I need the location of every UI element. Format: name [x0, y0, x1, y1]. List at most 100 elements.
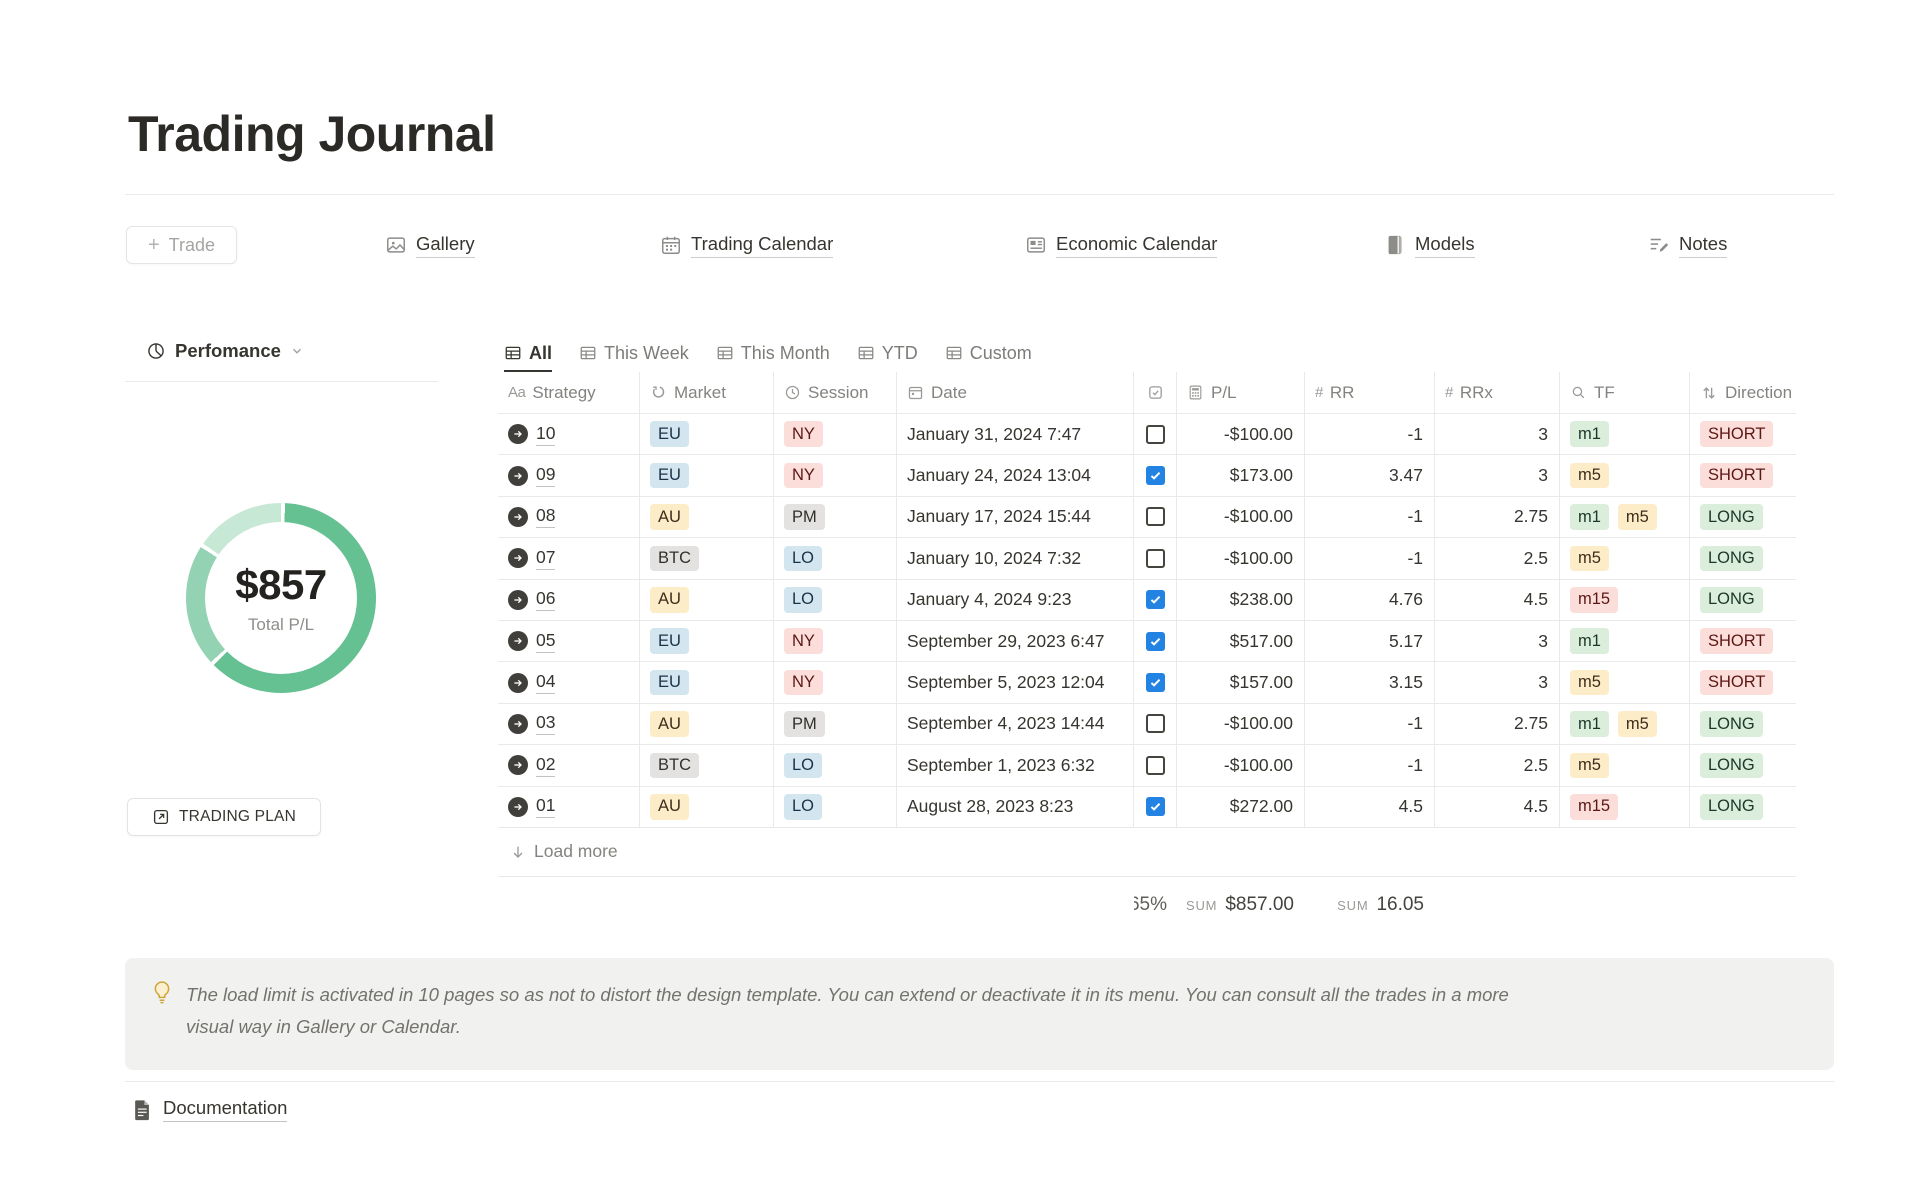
direction-badge: SHORT: [1700, 463, 1773, 489]
table-header-row: Aa Strategy Market Session Date: [498, 372, 1796, 414]
session-cell: LO: [774, 580, 897, 621]
tab-custom[interactable]: Custom: [945, 336, 1032, 372]
trading-journal-page: Trading Journal + Trade Gallery Trading …: [0, 0, 1920, 1199]
documentation-link[interactable]: Documentation: [133, 1097, 287, 1122]
strategy-link[interactable]: 01: [536, 795, 555, 818]
pl-sum[interactable]: SUM $857.00: [1177, 877, 1305, 934]
tab-this-month[interactable]: This Month: [716, 336, 830, 372]
rrx-cell: 3: [1435, 455, 1560, 496]
table-row: 05EUNYSeptember 29, 2023 6:47$517.005.17…: [498, 621, 1796, 662]
tf-badge: m5: [1618, 711, 1657, 737]
column-header-strategy[interactable]: Aa Strategy: [498, 372, 640, 413]
strategy-cell: 02: [498, 745, 640, 786]
nav-link-notes[interactable]: Notes: [1648, 226, 1727, 264]
search-icon: [1570, 384, 1587, 401]
strategy-link[interactable]: 09: [536, 464, 555, 487]
column-header-date[interactable]: Date: [897, 372, 1134, 413]
rrx-cell: 3: [1435, 662, 1560, 703]
date-cell: September 1, 2023 6:32: [897, 745, 1134, 786]
table-row: 10EUNYJanuary 31, 2024 7:47-$100.00-13m1…: [498, 414, 1796, 455]
row-checkbox[interactable]: [1146, 632, 1165, 651]
session-badge: PM: [784, 504, 825, 530]
direction-cell: SHORT: [1690, 662, 1796, 703]
open-page-arrow-icon: [508, 548, 528, 568]
tf-badge: m1: [1570, 628, 1609, 654]
tf-badge: m15: [1570, 794, 1618, 820]
performance-view-selector[interactable]: Perfomance: [146, 340, 304, 362]
strategy-link[interactable]: 10: [536, 423, 555, 446]
column-header-checkbox[interactable]: [1134, 372, 1177, 413]
trade-button-label: Trade: [169, 235, 215, 256]
strategy-link[interactable]: 08: [536, 505, 555, 528]
session-badge: PM: [784, 711, 825, 737]
lightbulb-icon: [149, 979, 175, 1005]
tf-badges: m1: [1570, 628, 1609, 654]
tab-label: This Month: [741, 343, 830, 364]
column-header-pl[interactable]: P/L: [1177, 372, 1305, 413]
row-checkbox[interactable]: [1146, 549, 1165, 568]
rrx-cell: 2.75: [1435, 704, 1560, 745]
direction-cell: LONG: [1690, 580, 1796, 621]
strategy-link[interactable]: 07: [536, 547, 555, 570]
strategy-link[interactable]: 05: [536, 630, 555, 653]
tf-cell: m5: [1560, 745, 1690, 786]
tab-all[interactable]: All: [504, 336, 552, 372]
load-more-button[interactable]: Load more: [498, 828, 1796, 877]
market-cell: EU: [640, 662, 774, 703]
table-footer-row: 65% SUM $857.00 SUM 16.05: [498, 877, 1796, 934]
nav-link-gallery[interactable]: Gallery: [385, 226, 475, 264]
date-cell: January 31, 2024 7:47: [897, 414, 1134, 455]
strategy-link[interactable]: 02: [536, 754, 555, 777]
open-page-arrow-icon: [508, 590, 528, 610]
row-checkbox[interactable]: [1146, 507, 1165, 526]
date-cell: January 24, 2024 13:04: [897, 455, 1134, 496]
pl-cell: $157.00: [1177, 662, 1305, 703]
row-checkbox[interactable]: [1146, 425, 1165, 444]
market-cell: EU: [640, 621, 774, 662]
session-badge: NY: [784, 421, 823, 447]
column-header-market[interactable]: Market: [640, 372, 774, 413]
column-header-tf[interactable]: TF: [1560, 372, 1690, 413]
row-checkbox[interactable]: [1146, 590, 1165, 609]
row-checkbox[interactable]: [1146, 756, 1165, 775]
market-badge: AU: [650, 794, 689, 820]
nav-link-models[interactable]: Models: [1384, 226, 1475, 264]
tf-badge: m5: [1570, 670, 1609, 696]
session-badge: LO: [784, 753, 822, 779]
rr-cell: 5.17: [1305, 621, 1435, 662]
strategy-link[interactable]: 04: [536, 671, 555, 694]
strategy-cell: 05: [498, 621, 640, 662]
strategy-link[interactable]: 03: [536, 712, 555, 735]
checked-percent[interactable]: 65%: [1134, 877, 1177, 934]
rr-sum[interactable]: SUM 16.05: [1305, 877, 1435, 934]
tab-ytd[interactable]: YTD: [857, 336, 918, 372]
trade-button[interactable]: + Trade: [126, 226, 237, 264]
date-cell: September 4, 2023 14:44: [897, 704, 1134, 745]
direction-cell: LONG: [1690, 704, 1796, 745]
checkbox-cell: [1134, 745, 1177, 786]
column-header-session[interactable]: Session: [774, 372, 897, 413]
column-header-rr[interactable]: # RR: [1305, 372, 1435, 413]
divider: [125, 194, 1834, 195]
session-badge: LO: [784, 794, 822, 820]
column-header-direction[interactable]: Direction: [1690, 372, 1796, 413]
checkbox-cell: [1134, 414, 1177, 455]
row-checkbox[interactable]: [1146, 673, 1165, 692]
strategy-cell: 03: [498, 704, 640, 745]
tab-this-week[interactable]: This Week: [579, 336, 689, 372]
nav-link-trading-calendar[interactable]: Trading Calendar: [660, 226, 833, 264]
direction-badge: LONG: [1700, 587, 1763, 613]
pl-cell: $517.00: [1177, 621, 1305, 662]
trading-plan-button[interactable]: TRADING PLAN: [127, 798, 321, 836]
pie-chart-icon: [146, 341, 166, 361]
sum-label: SUM: [1186, 898, 1217, 913]
row-checkbox[interactable]: [1146, 466, 1165, 485]
strategy-link[interactable]: 06: [536, 588, 555, 611]
column-header-rrx[interactable]: # RRx: [1435, 372, 1560, 413]
rrx-cell: 3: [1435, 414, 1560, 455]
market-badge: AU: [650, 587, 689, 613]
row-checkbox[interactable]: [1146, 714, 1165, 733]
chevron-down-icon: [290, 344, 304, 358]
nav-link-economic-calendar[interactable]: Economic Calendar: [1025, 226, 1217, 264]
row-checkbox[interactable]: [1146, 797, 1165, 816]
